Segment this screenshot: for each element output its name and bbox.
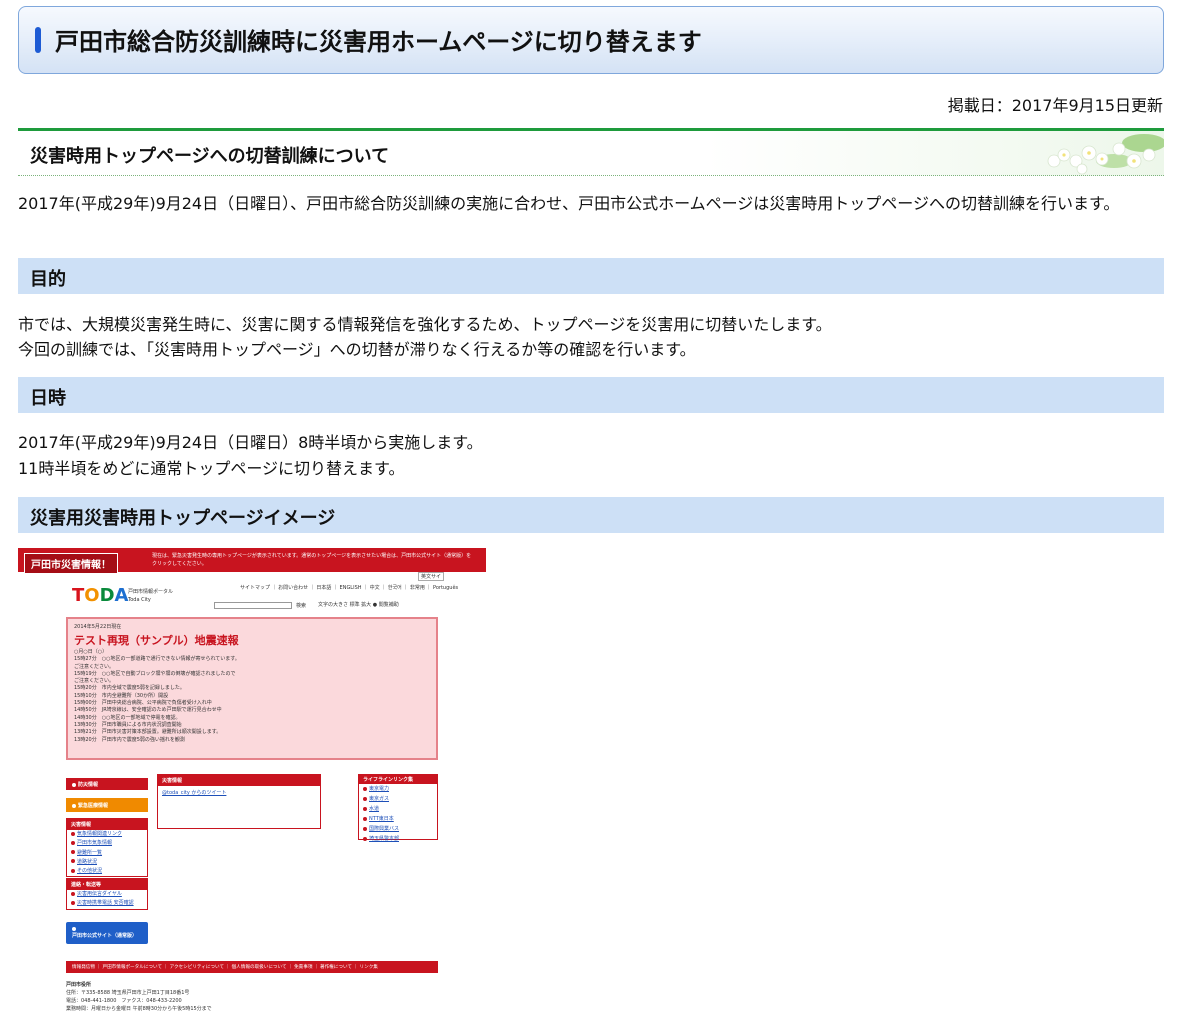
shot-nav-link: 道路状況 — [67, 858, 147, 867]
shot-nav-disaster: 防災情報 — [66, 778, 148, 790]
section-heading-purpose-text: 目的 — [30, 269, 66, 290]
shot-news-title: 災害情報 — [158, 775, 320, 786]
shot-lifeline-link: 東京ガス — [359, 794, 437, 804]
section-heading-purpose: 目的 — [18, 258, 1164, 294]
shot-footer-nav: 情報発信物 ｜ 戸田市情報ポータルについて ｜ アクセシビリティについて ｜ 個… — [66, 961, 438, 973]
shot-nav-link: 戸田市気象情報 — [67, 839, 147, 848]
section-heading-main-text: 災害時用トップページへの切替訓練について — [30, 146, 390, 167]
shot-nav-box-2-title: 連絡・転送等 — [67, 879, 147, 890]
shot-alert-line: 15時20分 市内全域で震度5弱を記録しました。 — [74, 685, 185, 692]
datetime-line-1: 2017年(平成29年)9月24日（日曜日）8時半頃から実施します。 — [18, 433, 483, 452]
shot-search-button: 検索 — [296, 603, 307, 609]
shot-news-box: 災害情報 @toda_city からのツイート — [157, 774, 321, 829]
shot-nav-box-2: 連絡・転送等 災害用伝言ダイヤル 災害時携帯電話 安否確認 — [66, 878, 148, 910]
shot-footer-tel: 電話：048-441-1800 ファクス：048-433-2200 — [66, 998, 182, 1004]
page-title-box: 戸田市総合防災訓練時に災害用ホームページに切り替えます — [18, 6, 1164, 74]
section-heading-image-text: 災害用災害時用トップページイメージ — [30, 508, 336, 529]
shot-alert-title: テスト再現（サンプル）地震速報 — [74, 634, 239, 647]
shot-logo-subtitle: 戸田市情報ポータル Toda City — [128, 589, 174, 603]
shot-lower-area: 防災情報 緊急医療情報 災害情報 気象情報関連リンク 戸田市気象情報 避難所一覧… — [18, 774, 486, 1020]
shot-toda-logo: TODA — [72, 585, 129, 606]
purpose-line-1: 市では、大規模災害発生時に、災害に関する情報発信を強化するため、トップページを災… — [18, 315, 832, 334]
shot-lifeline-link: 東京電力 — [359, 784, 437, 794]
shot-alert-date: 2014年5月22日現在 — [74, 624, 122, 630]
shot-alert-line: 15時10分 市内全避難所（30か所）開設 — [74, 692, 169, 699]
section-heading-datetime: 日時 — [18, 377, 1164, 413]
shot-nav-link: 避難所一覧 — [67, 849, 147, 858]
shot-nav-box-1: 災害情報 気象情報関連リンク 戸田市気象情報 避難所一覧 道路状況 その他状況 — [66, 818, 148, 878]
shot-lifeline-link: 国際興業バス — [359, 824, 437, 834]
section-heading-main: 災害時用トップページへの切替訓練について — [18, 128, 1164, 176]
intro-paragraph: 2017年(平成29年)9月24日（日曜日）、戸田市総合防災訓練の実施に合わせ、… — [18, 194, 1120, 213]
shot-header-note: 現在は、緊急災害発生時の専用トップページが表示されています。通常のトップページを… — [152, 553, 472, 567]
shot-nav-link: 災害用伝言ダイヤル — [67, 890, 147, 899]
shot-nav-box-1-title: 災害情報 — [67, 819, 147, 830]
shot-alert-line: 15時19分 ○○地区で自動ブロック塀や塀の倒壊が確認されましたので — [74, 670, 236, 677]
shot-alert-line: 14時50分 JR埼京線は、安全確認のため戸田駅で運行見合わせ中 — [74, 707, 222, 714]
page-title: 戸田市総合防災訓練時に災害用ホームページに切り替えます — [55, 28, 702, 56]
shot-alert-lines: ○月○日（○） 15時27分 ○○地区の一部道路で通行できない情報が寄せられてい… — [74, 649, 434, 744]
shot-alert-line: 14時30分 ○○地区の一部地域で停電を確認。 — [74, 714, 181, 721]
shot-lifeline-title: ライフラインリンク集 — [359, 775, 437, 784]
shot-footer-addr: 住所：〒335-8588 埼玉県戸田市上戸田1丁目18番1号 — [66, 990, 190, 996]
title-accent-bar — [35, 27, 41, 53]
shot-nav-link: その他状況 — [67, 867, 147, 876]
shot-alert-line: 15時27分 ○○地区の一部道路で通行できない情報が寄せられています。 — [74, 656, 240, 663]
shot-nav-link: 災害時携帯電話 安否確認 — [67, 899, 147, 908]
shot-news-link: @toda_city からのツイート — [162, 790, 227, 796]
shot-english-button: 英文サイ — [418, 572, 445, 581]
posted-date: 掲載日：2017年9月15日更新 — [947, 96, 1163, 115]
shot-search-box — [214, 602, 292, 609]
section-heading-datetime-text: 日時 — [30, 388, 66, 409]
datetime-line-2: 11時半頃をめどに通常トップページに切り替えます。 — [18, 459, 405, 478]
shot-footer-hours: 業務時間：月曜日から金曜日 午前8時30分から午後5時15分まで — [66, 1006, 212, 1012]
shot-nav-link: 気象情報関連リンク — [67, 830, 147, 839]
shot-font-size-row: 文字の大きさ 標準 拡大 ● 閲覧補助 — [318, 602, 399, 608]
shot-alert-line: 13時21分 戸田市災害対策本部設置。避難所は順次開設します。 — [74, 729, 222, 736]
shot-alert-line: ご注意ください。 — [74, 663, 115, 670]
shot-alert-box: 2014年5月22日現在 テスト再現（サンプル）地震速報 ○月○日（○） 15時… — [66, 617, 438, 760]
shot-nav-emergency: 緊急医療情報 — [66, 798, 148, 812]
shot-top-links: サイトマップ ｜ お問い合わせ ｜ 日本語 ｜ ENGLISH ｜ 中文 ｜ 한… — [240, 585, 459, 591]
flower-decoration-icon — [1047, 134, 1164, 175]
shot-header-title: 戸田市災害情報！ — [24, 553, 118, 574]
shot-alert-line: 13時20分 戸田市内で震度5弱の強い揺れを観測 — [74, 736, 185, 743]
section-heading-image: 災害用災害時用トップページイメージ — [18, 497, 1164, 533]
shot-red-header: 戸田市災害情報！ 現在は、緊急災害発生時の専用トップページが表示されています。通… — [18, 548, 486, 574]
shot-nav-official-site: 戸田市公式サイト（通常版） — [66, 922, 148, 944]
disaster-page-screenshot: 戸田市災害情報！ 現在は、緊急災害発生時の専用トップページが表示されています。通… — [18, 548, 486, 1020]
shot-lifeline-box: ライフラインリンク集 東京電力 東京ガス 水道 NTT東日本 国際興業バス 埼玉… — [358, 774, 438, 842]
shot-lifeline-link: 水道 — [359, 804, 437, 814]
shot-lifeline-link: 埼玉県警本部 — [359, 834, 437, 844]
purpose-line-2: 今回の訓練では、「災害時用トップページ」への切替が滞りなく行えるか等の確認を行い… — [18, 340, 696, 359]
shot-footer-address: 戸田市役所 住所：〒335-8588 埼玉県戸田市上戸田1丁目18番1号 電話：… — [66, 981, 438, 1013]
shot-footer-name: 戸田市役所 — [66, 982, 92, 988]
shot-lifeline-link: NTT東日本 — [359, 814, 437, 824]
